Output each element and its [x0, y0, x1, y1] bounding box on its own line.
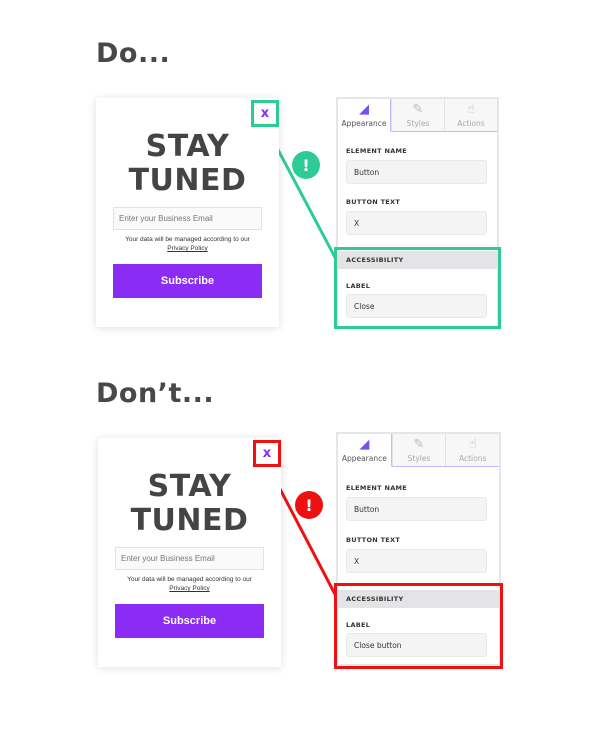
tab-appearance[interactable]: ◢ Appearance: [338, 434, 392, 467]
accessibility-header: ACCESSIBILITY: [338, 590, 499, 608]
title-line-1: STAY: [147, 469, 232, 504]
button-text-input[interactable]: X: [346, 549, 487, 573]
pointer-hand-icon: ☝: [468, 437, 477, 452]
dont-example: x STAY TUNED Enter your Business Email Y…: [0, 338, 600, 669]
panel-tabs: ◢ Appearance ✎ Styles ☝ Actions: [338, 434, 500, 467]
tab-actions[interactable]: ☝ Actions: [444, 99, 497, 131]
email-input[interactable]: Enter your Business Email: [113, 207, 262, 230]
tab-label: Styles: [406, 119, 430, 128]
label-input[interactable]: Close button: [346, 633, 487, 657]
email-input[interactable]: Enter your Business Email: [115, 547, 264, 570]
tab-styles[interactable]: ✎ Styles: [391, 99, 444, 131]
pointer-hand-icon: ☝: [467, 102, 475, 117]
tab-label: Actions: [457, 119, 485, 128]
element-name-input[interactable]: Button: [346, 497, 487, 521]
privacy-note-text: Your data will be managed according to o…: [127, 576, 252, 583]
newsletter-popup: x STAY TUNED Enter your Business Email Y…: [96, 98, 279, 327]
panel-tabs: ◢ Appearance ✎ Styles ☝ Actions: [338, 99, 497, 132]
set-square-icon: ◢: [359, 102, 369, 117]
button-text-label: BUTTON TEXT: [346, 536, 401, 544]
newsletter-popup: x STAY TUNED Enter your Business Email Y…: [98, 438, 281, 667]
element-name-input[interactable]: Button: [346, 160, 487, 184]
close-button-highlight[interactable]: x: [253, 440, 281, 467]
settings-panel: ◢ Appearance ✎ Styles ☝ Actions ELEMENT …: [336, 432, 501, 666]
title-line-1: STAY: [145, 129, 230, 164]
label-field-label: LABEL: [346, 621, 371, 629]
do-example: x STAY TUNED Enter your Business Email Y…: [0, 0, 600, 330]
close-button-highlight[interactable]: x: [251, 100, 279, 127]
title-line-2: TUNED: [130, 503, 249, 538]
close-button[interactable]: x: [261, 107, 269, 120]
brush-icon: ✎: [413, 437, 425, 452]
tab-label: Styles: [407, 454, 431, 463]
tab-label: Appearance: [341, 454, 387, 463]
tab-appearance[interactable]: ◢ Appearance: [338, 99, 391, 132]
tab-actions[interactable]: ☝ Actions: [445, 434, 500, 466]
element-name-label: ELEMENT NAME: [346, 147, 408, 155]
privacy-note-text: Your data will be managed according to o…: [125, 236, 250, 243]
brush-icon: ✎: [412, 102, 424, 117]
privacy-policy-link[interactable]: Privacy Policy: [167, 245, 207, 252]
popup-title: STAY TUNED: [96, 130, 279, 198]
close-button[interactable]: x: [263, 447, 271, 460]
button-text-input[interactable]: X: [346, 211, 487, 235]
title-line-2: TUNED: [128, 163, 247, 198]
element-name-label: ELEMENT NAME: [346, 484, 408, 492]
tab-label: Appearance: [341, 119, 387, 128]
tab-label: Actions: [458, 454, 487, 463]
label-field-label: LABEL: [346, 282, 371, 290]
subscribe-button[interactable]: Subscribe: [115, 604, 264, 638]
tab-styles[interactable]: ✎ Styles: [391, 434, 446, 466]
exclamation-icon: !: [295, 491, 323, 519]
popup-title: STAY TUNED: [98, 470, 281, 538]
privacy-policy-link[interactable]: Privacy Policy: [169, 585, 209, 592]
accessibility-header: ACCESSIBILITY: [338, 251, 497, 269]
set-square-icon: ◢: [359, 437, 370, 452]
settings-panel: ◢ Appearance ✎ Styles ☝ Actions ELEMENT …: [336, 97, 499, 329]
privacy-note: Your data will be managed according to o…: [98, 575, 281, 593]
privacy-note: Your data will be managed according to o…: [96, 235, 279, 253]
exclamation-icon: !: [292, 151, 320, 179]
subscribe-button[interactable]: Subscribe: [113, 264, 262, 298]
button-text-label: BUTTON TEXT: [346, 198, 401, 206]
label-input[interactable]: Close: [346, 294, 487, 318]
